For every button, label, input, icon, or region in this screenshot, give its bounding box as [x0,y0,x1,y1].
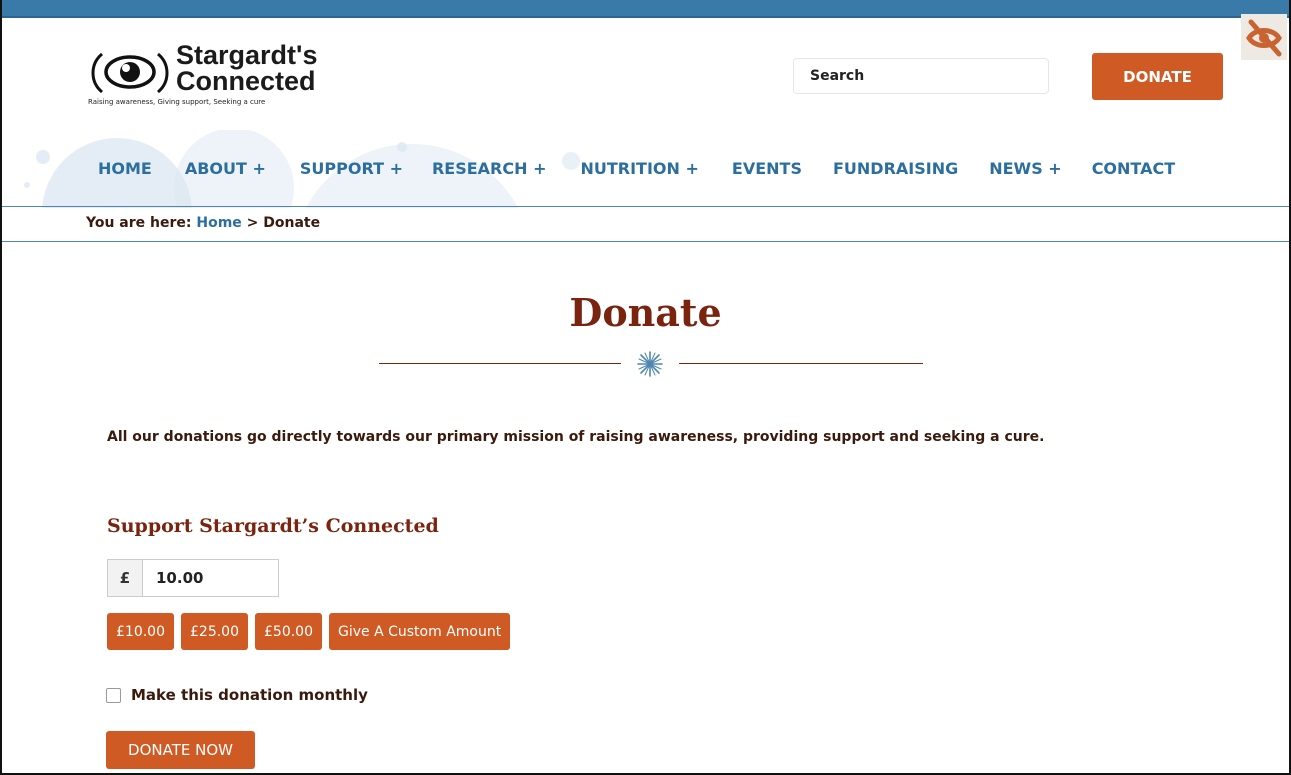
top-bar [2,0,1289,18]
amount-input[interactable] [143,560,278,596]
currency-symbol: £ [108,560,143,596]
nav-divider [2,206,1289,207]
donation-levels: £10.00 £25.00 £50.00 Give A Custom Amoun… [107,613,517,650]
eye-logo-icon [91,52,169,94]
title-divider [379,351,923,377]
breadcrumb-separator: > [241,215,264,231]
level-button-10[interactable]: £10.00 [107,613,174,650]
logo-name: Stargardt's Connected [176,40,318,96]
page-title: Donate [569,290,722,335]
breadcrumb-divider [2,241,1289,242]
divider-line-left [379,363,621,364]
nav-research[interactable]: RESEARCH + [432,159,547,178]
site-logo[interactable]: Stargardt's Connected Raising awareness,… [88,42,348,114]
logo-tagline: Raising awareness, Giving support, Seeki… [88,98,266,106]
custom-amount-button[interactable]: Give A Custom Amount [329,613,511,650]
nav-nutrition[interactable]: NUTRITION + [580,159,698,178]
monthly-label: Make this donation monthly [131,686,368,704]
decor-bubble [24,182,30,188]
intro-text: All our donations go directly towards ou… [107,429,1045,445]
accessibility-toggle[interactable] [1241,14,1287,60]
breadcrumb: You are here: Home > Donate [86,215,320,231]
monthly-checkbox[interactable] [106,687,121,703]
nav-news[interactable]: NEWS + [989,159,1061,178]
search-input[interactable] [793,58,1049,94]
breadcrumb-home-link[interactable]: Home [196,215,241,231]
amount-field: £ [107,559,279,597]
donate-now-button[interactable]: DONATE NOW [106,731,255,769]
nav-events[interactable]: EVENTS [732,159,802,178]
nav-about[interactable]: ABOUT + [185,159,266,178]
page-frame: Stargardt's Connected Raising awareness,… [0,0,1291,775]
nav-fundraising[interactable]: FUNDRAISING [833,159,958,178]
eye-slash-icon [1246,19,1282,57]
star-burst-icon [637,351,663,377]
breadcrumb-current: Donate [263,215,321,231]
level-button-25[interactable]: £25.00 [181,613,248,650]
decor-bubble [36,150,50,164]
monthly-donation-option[interactable]: Make this donation monthly [106,686,368,704]
divider-line-right [679,363,923,364]
main-nav: HOME ABOUT + SUPPORT + RESEARCH + NUTRIT… [98,159,1175,178]
breadcrumb-prefix: You are here: [86,215,197,231]
decor-bubble [397,142,407,152]
nav-home[interactable]: HOME [98,159,152,178]
level-button-50[interactable]: £50.00 [255,613,322,650]
nav-support[interactable]: SUPPORT + [300,159,403,178]
donation-form-title: Support Stargardt’s Connected [107,515,439,537]
nav-contact[interactable]: CONTACT [1092,159,1175,178]
donate-button[interactable]: DONATE [1092,53,1223,100]
